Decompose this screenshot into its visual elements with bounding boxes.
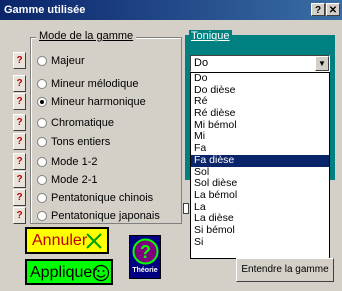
tonique-option[interactable]: Do dièse	[191, 84, 329, 97]
entendre-button[interactable]: Entendre la gamme	[236, 258, 334, 282]
smiley-icon	[92, 264, 110, 282]
cross-icon	[86, 233, 102, 249]
mode-option[interactable]: Majeur	[37, 53, 85, 69]
close-button[interactable]: ✕	[326, 3, 340, 16]
help-button[interactable]: ?	[13, 75, 26, 92]
mode-group-label: Mode de la gamme	[36, 30, 137, 42]
mode-option-label: Mode 2-1	[51, 174, 98, 186]
mode-option[interactable]: Mode 1-2	[37, 154, 97, 170]
radio-button[interactable]	[37, 211, 47, 221]
mode-option-label: Chromatique	[51, 117, 114, 129]
theorie-button[interactable]: ? Théorie	[129, 235, 161, 279]
help-button[interactable]: ?	[13, 114, 26, 131]
tonique-option[interactable]: Mi bémol	[191, 119, 329, 132]
help-button[interactable]: ?	[13, 52, 26, 69]
tonique-label: Tonique	[189, 30, 232, 42]
dropdown-arrow-icon[interactable]: ▼	[315, 56, 329, 71]
radio-button[interactable]	[37, 97, 47, 107]
help-button[interactable]: ?	[13, 93, 26, 110]
theorie-glyph: ?	[140, 242, 151, 262]
radio-button[interactable]	[37, 157, 47, 167]
appliquer-button[interactable]: Appliquer	[25, 259, 113, 285]
theorie-label: Théorie	[132, 267, 158, 274]
help-button[interactable]: ?	[13, 171, 26, 188]
mode-option[interactable]: Pentatonique chinois	[37, 190, 153, 206]
radio-button[interactable]	[37, 193, 47, 203]
mode-option-label: Mineur mélodique	[51, 78, 139, 90]
tonique-option[interactable]: Do	[191, 72, 329, 85]
mode-option[interactable]: Mineur mélodique	[37, 76, 138, 92]
checkbox-partial[interactable]	[183, 203, 189, 214]
help-title-button[interactable]: ?	[311, 3, 325, 16]
question-icon: ?	[132, 238, 159, 265]
radio-button[interactable]	[37, 79, 47, 89]
tonique-current-value: Do	[194, 57, 209, 69]
mode-option-label: Majeur	[51, 55, 85, 67]
tonique-option[interactable]: Ré dièse	[191, 107, 329, 120]
tonique-option[interactable]: Mi	[191, 131, 329, 143]
radio-button[interactable]	[37, 118, 47, 128]
help-button[interactable]: ?	[13, 189, 26, 206]
window-title: Gamme utilisée	[4, 4, 86, 16]
mode-option[interactable]: Chromatique	[37, 115, 114, 131]
tonique-option[interactable]: Si	[191, 236, 329, 249]
tonique-combobox[interactable]: Do ▼	[190, 55, 330, 72]
help-button[interactable]: ?	[13, 207, 26, 224]
radio-button[interactable]	[37, 175, 47, 185]
tonique-option[interactable]: La bémol	[191, 189, 329, 202]
tonique-dropdown-list: Do Do dièse Ré Ré dièse Mi bémol Mi Fa Fa dièse…	[190, 72, 330, 259]
help-button[interactable]: ?	[13, 133, 26, 150]
annuler-button[interactable]: Annuler	[25, 227, 109, 254]
mode-option-label: Pentatonique japonais	[51, 210, 160, 222]
tonique-option[interactable]: Fa dièse	[191, 154, 329, 167]
mode-option-label: Pentatonique chinois	[51, 192, 154, 204]
mode-option[interactable]: Tons entiers	[37, 134, 110, 150]
mode-option[interactable]: Mineur harmonique	[37, 94, 146, 110]
radio-button[interactable]	[37, 56, 47, 66]
mode-option[interactable]: Mode 2-1	[37, 172, 97, 188]
help-button[interactable]: ?	[13, 153, 26, 170]
mode-option-label: Tons entiers	[51, 136, 111, 148]
title-bar: Gamme utilisée ? ✕	[0, 0, 342, 20]
tonique-option[interactable]: Si bémol	[191, 224, 329, 237]
mode-option-label: Mode 1-2	[51, 156, 98, 168]
radio-button[interactable]	[37, 137, 47, 147]
dialog-window: Gamme utilisée ? ✕ ????????? Mode de la …	[0, 0, 342, 291]
appliquer-label: Appliquer	[30, 264, 98, 281]
mode-option[interactable]: Pentatonique japonais	[37, 208, 160, 224]
mode-option-label: Mineur harmonique	[51, 96, 146, 108]
annuler-label: Annuler	[32, 232, 88, 249]
